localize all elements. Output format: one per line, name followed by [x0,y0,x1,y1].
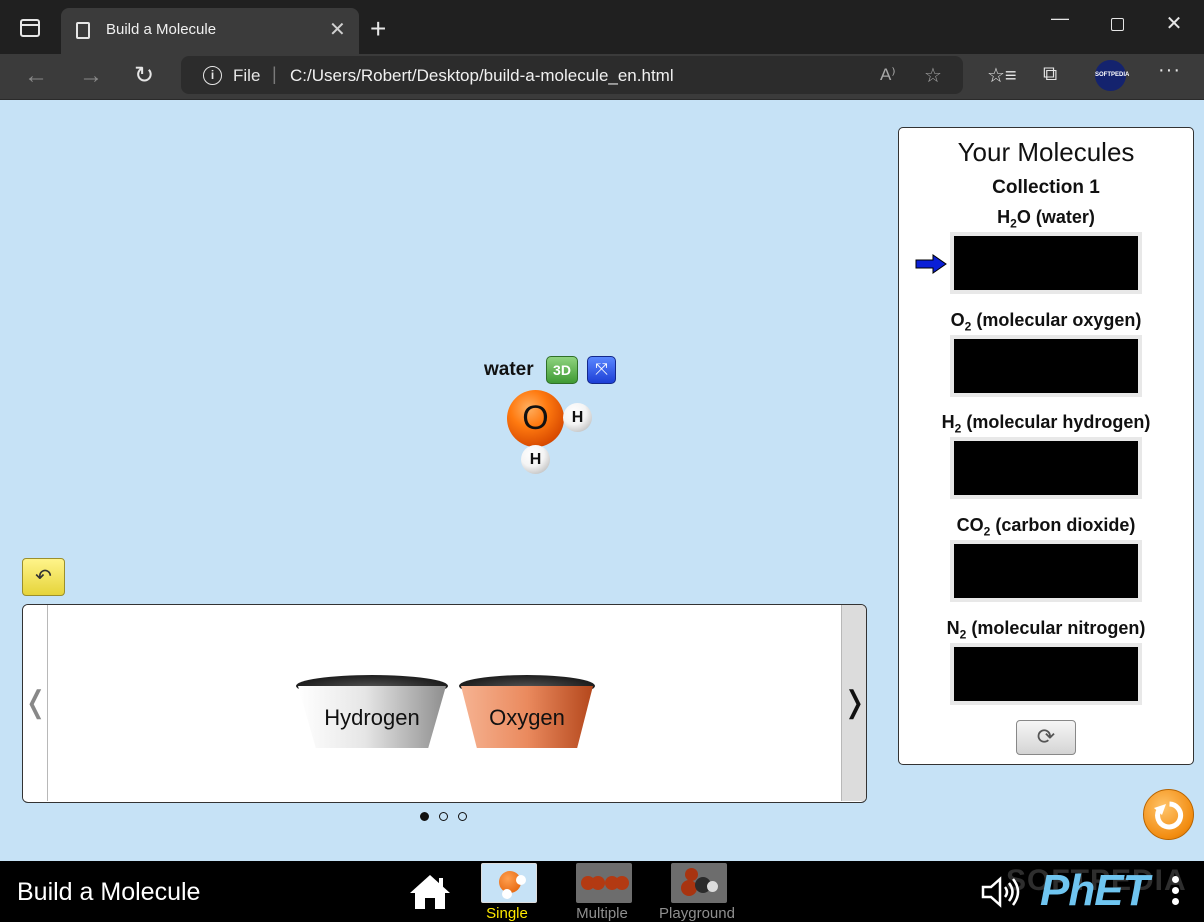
reset-all-button[interactable] [1143,789,1194,840]
browser-titlebar: Build a Molecule ✕ + — ✕ [0,0,1204,54]
collection-slot[interactable] [950,643,1142,705]
molecule-name-label: water [484,359,534,380]
screen-label: Playground [659,905,735,922]
home-icon[interactable] [408,873,452,911]
collection-slot[interactable] [950,437,1142,499]
return-icon: ↶ [35,566,52,588]
address-bar[interactable]: i File | C:/Users/Robert/Desktop/build-a… [181,56,963,94]
reset-all-icon [1154,801,1184,830]
page-dot[interactable] [420,812,429,821]
collection-title: Your Molecules [957,137,1135,167]
hydrogen-atom[interactable]: H [563,403,592,432]
page-dot[interactable] [439,812,448,821]
multiple-screen-icon [576,863,632,903]
phet-logo[interactable]: PhET [1040,866,1149,916]
sim-title: Build a Molecule [17,878,201,906]
add-favorite-icon[interactable]: ☆ [924,63,942,88]
collection-slot[interactable] [950,335,1142,397]
collections-icon[interactable]: ⧉ [1043,63,1057,86]
screen-button-multiple[interactable]: Multiple [562,863,642,922]
collection-subtitle: Collection 1 [992,177,1100,198]
collection-slot[interactable] [950,540,1142,602]
oxygen-bucket[interactable]: Oxygen [459,675,595,751]
kit-page-indicator [420,812,470,824]
new-tab-icon[interactable]: + [370,14,386,44]
sim-screen: water 3D ⤧ O H H ↶ ❬ Hydrogen Oxygen ❭ Y… [0,100,1204,861]
page-icon [76,22,90,39]
screen-label: Single [486,905,528,922]
hydrogen-atom[interactable]: H [521,445,550,474]
favorites-icon[interactable]: ☆≡ [987,63,1017,88]
break-apart-button[interactable]: ⤧ [587,356,616,384]
target-arrow-icon [915,254,947,274]
single-screen-icon [481,863,537,903]
profile-avatar[interactable]: SOFTPEDIA [1095,60,1129,91]
maximize-button[interactable] [1102,12,1132,36]
target-label-carbon-dioxide: CO2 (carbon dioxide) [956,515,1136,539]
tab-close-icon[interactable]: ✕ [329,18,346,42]
url-separator: | [272,64,277,84]
browser-toolbar: ← → ↻ i File | C:/Users/Robert/Desktop/b… [0,54,1204,100]
collection-box: Your Molecules Collection 1 H2O (water) … [898,127,1194,765]
view-3d-button[interactable]: 3D [546,356,578,384]
tab-title: Build a Molecule [106,21,217,38]
hydrogen-bucket[interactable]: Hydrogen [296,675,448,751]
tab-actions-icon[interactable] [20,19,40,37]
browser-tab[interactable]: Build a Molecule ✕ [61,8,359,54]
back-arrow-icon[interactable]: ← [24,62,48,90]
playground-screen-icon [671,863,727,903]
url-text[interactable]: C:/Users/Robert/Desktop/build-a-molecule… [290,66,674,86]
refresh-icon: ⟳ [1036,724,1056,749]
more-icon[interactable]: ··· [1158,59,1181,82]
kit-panel: ❬ Hydrogen Oxygen ❭ [22,604,867,803]
minimize-button[interactable]: — [1045,8,1075,29]
reset-kit-button[interactable]: ↶ [22,558,65,596]
phet-navbar: Build a Molecule Single Multiple Playgro… [0,861,1204,922]
info-icon[interactable]: i [203,66,222,85]
page-dot[interactable] [458,812,467,821]
close-window-button[interactable]: ✕ [1159,11,1189,36]
target-label-water: H2O (water) [997,207,1095,231]
bucket-label: Hydrogen [324,705,420,730]
target-label-hydrogen: H2 (molecular hydrogen) [941,412,1151,436]
screen-label: Multiple [576,905,628,922]
collection-slot[interactable] [950,232,1142,294]
kit-next-button[interactable]: ❭ [841,605,866,801]
screen-button-playground[interactable]: Playground [657,863,737,922]
screen-button-single[interactable]: Single [467,863,547,922]
phet-menu-icon[interactable] [1172,876,1182,909]
url-scheme: File [233,66,261,85]
kit-prev-button[interactable]: ❬ [23,605,48,801]
read-aloud-icon[interactable]: A⁾ [880,65,896,85]
target-label-nitrogen: N2 (molecular nitrogen) [946,618,1146,642]
target-label-oxygen: O2 (molecular oxygen) [950,310,1142,334]
oxygen-atom[interactable]: O [507,390,564,447]
forward-arrow-icon[interactable]: → [79,62,103,90]
reload-icon[interactable]: ↻ [134,61,154,90]
refresh-collection-button[interactable]: ⟳ [1016,720,1076,755]
bucket-label: Oxygen [489,705,565,730]
maximize-icon [1110,18,1124,31]
